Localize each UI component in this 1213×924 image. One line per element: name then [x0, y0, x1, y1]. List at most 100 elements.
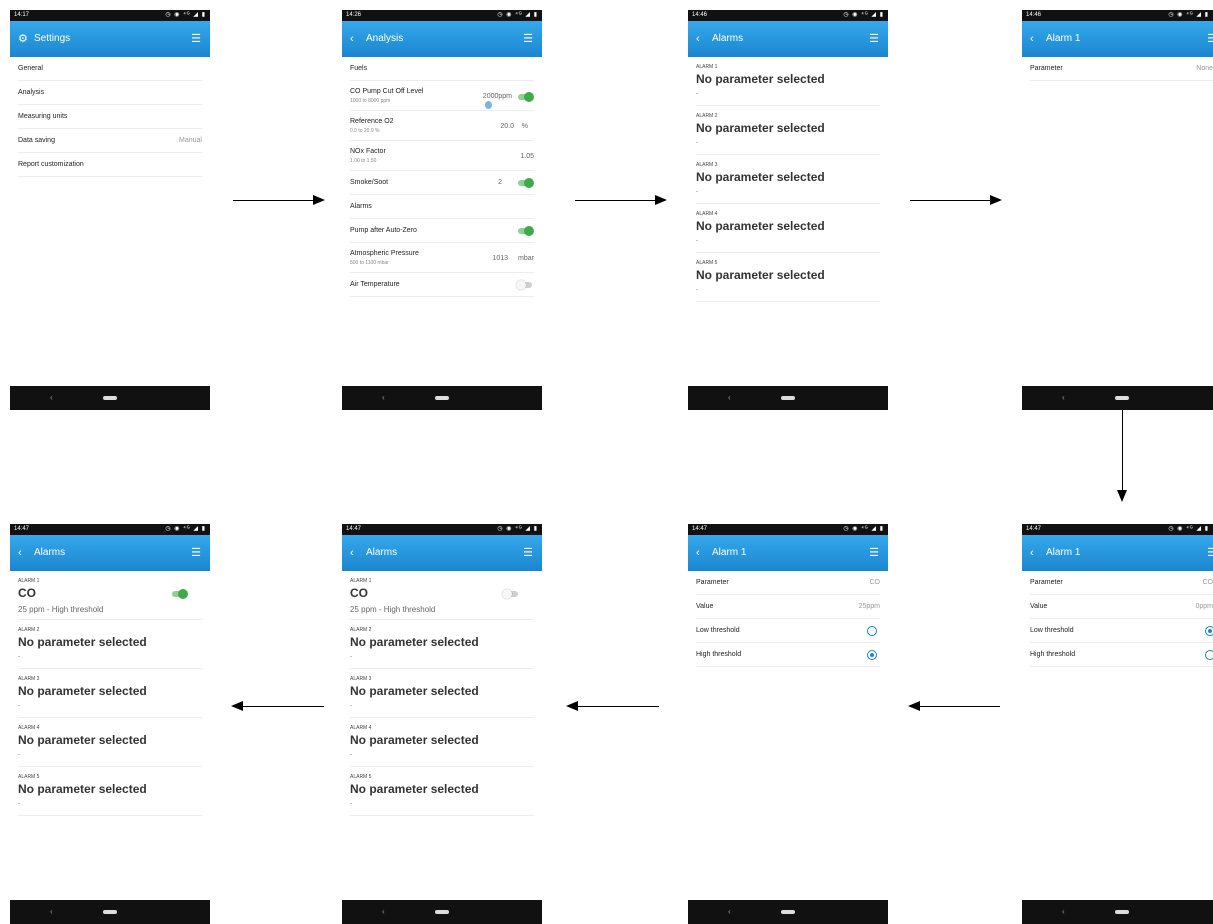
air-temperature-toggle[interactable] [516, 280, 532, 290]
high-threshold-row[interactable]: High threshold [696, 643, 880, 667]
parameter-row[interactable]: Parameter CO [1030, 571, 1213, 595]
alarm-item[interactable]: ALARM 5 No parameter selected - [18, 767, 202, 816]
alarm-item[interactable]: ALARM 5 No parameter selected - [350, 767, 534, 816]
alarm-item[interactable]: ALARM 2 No parameter selected - [696, 106, 880, 155]
flow-arrow-left [231, 701, 324, 711]
section-alarms[interactable]: Alarms [350, 195, 534, 219]
back-icon[interactable]: ‹ [18, 535, 22, 571]
analysis-list: Fuels CO Pump Cut Off Level 1000 to 8000… [350, 57, 534, 297]
pump-after-auto-zero-row[interactable]: Pump after Auto-Zero [350, 219, 534, 243]
alarm-item[interactable]: ALARM 1 CO 25 ppm - High threshold [350, 571, 534, 620]
nav-home-button[interactable] [103, 910, 117, 914]
parameter-row[interactable]: Parameter CO [696, 571, 880, 595]
smoke-soot-toggle[interactable] [518, 178, 534, 188]
flow-arrow-left [566, 701, 659, 711]
alarm-item[interactable]: ALARM 5 No parameter selected - [696, 253, 880, 302]
page-title: Alarms [366, 547, 398, 558]
pump-auto-zero-toggle[interactable] [518, 226, 534, 236]
back-icon[interactable]: ‹ [1030, 21, 1034, 57]
co-pump-cut-off-row[interactable]: CO Pump Cut Off Level 1000 to 8000 ppm 2… [350, 81, 534, 111]
parameter-row[interactable]: Parameter None [1030, 57, 1213, 81]
low-threshold-radio[interactable] [1205, 626, 1213, 636]
back-icon[interactable]: ‹ [350, 21, 354, 57]
co-pump-toggle[interactable] [518, 92, 534, 102]
screen-alarm1-none: 14:46 ◷ ◉ ⁴ᴳ ◢ ▮ ‹ Alarm 1 ☰ Parameter Non… [1022, 10, 1213, 410]
back-icon[interactable]: ‹ [1030, 535, 1034, 571]
nav-home-button[interactable] [1115, 396, 1129, 400]
high-threshold-radio[interactable] [867, 650, 877, 660]
low-threshold-radio[interactable] [867, 626, 877, 636]
reference-o2-row[interactable]: Reference O2 0.0 to 20.9 % 20.0 % [350, 111, 534, 141]
atmospheric-pressure-row[interactable]: Atmospheric Pressure 500 to 1100 mbar 10… [350, 243, 534, 273]
status-icons: ◷ ◉ ⁴ᴳ ◢ ▮ [497, 12, 538, 18]
page-title: Settings [34, 33, 71, 44]
value-slider-handle[interactable] [485, 101, 492, 109]
high-threshold-radio[interactable] [1205, 650, 1213, 660]
menu-icon[interactable]: ☰ [523, 21, 533, 57]
system-nav-bar: ‹ [688, 900, 888, 924]
settings-item-general[interactable]: General [18, 57, 202, 81]
nav-home-button[interactable] [781, 910, 795, 914]
alarm-item[interactable]: ALARM 4 No parameter selected - [350, 718, 534, 767]
screen-alarm1-value0: 14:47 ◷ ◉ ⁴ᴳ ◢ ▮ ‹ Alarm 1 ☰ Parameter CO … [1022, 524, 1213, 924]
alarm-item[interactable]: ALARM 4 No parameter selected - [696, 204, 880, 253]
flow-arrow-right [233, 195, 325, 205]
alarm-item[interactable]: ALARM 2 No parameter selected - [350, 620, 534, 669]
app-bar: ‹ Alarm 1 ☰ [1022, 21, 1213, 57]
status-icons: ◷ ◉ ⁴ᴳ ◢ ▮ [497, 526, 538, 532]
nav-back-button[interactable]: ‹ [50, 900, 53, 924]
nav-home-button[interactable] [1115, 910, 1129, 914]
menu-icon[interactable]: ☰ [191, 535, 201, 571]
alarm-item[interactable]: ALARM 3 No parameter selected - [350, 669, 534, 718]
back-icon[interactable]: ‹ [350, 535, 354, 571]
screen-alarms-co-off: 14:47 ◷ ◉ ⁴ᴳ ◢ ▮ ‹ Alarms ☰ ALARM 1 CO 25 p… [342, 524, 542, 924]
menu-icon[interactable]: ☰ [191, 21, 201, 57]
alarm-item[interactable]: ALARM 2 No parameter selected - [18, 620, 202, 669]
alarm-item[interactable]: ALARM 4 No parameter selected - [18, 718, 202, 767]
alarm-item[interactable]: ALARM 1 CO 25 ppm - High threshold [18, 571, 202, 620]
low-threshold-row[interactable]: Low threshold [1030, 619, 1213, 643]
menu-icon[interactable]: ☰ [1207, 535, 1213, 571]
high-threshold-row[interactable]: High threshold [1030, 643, 1213, 667]
settings-item-measuring-units[interactable]: Measuring units [18, 105, 202, 129]
value-row[interactable]: Value 25ppm [696, 595, 880, 619]
nav-home-button[interactable] [435, 910, 449, 914]
menu-icon[interactable]: ☰ [523, 535, 533, 571]
nav-back-button[interactable]: ‹ [50, 386, 53, 410]
menu-icon[interactable]: ☰ [869, 21, 879, 57]
system-nav-bar: ‹ [342, 386, 542, 410]
nav-home-button[interactable] [435, 396, 449, 400]
nox-factor-row[interactable]: NOx Factor 1.00 to 1.50 1.05 [350, 141, 534, 171]
settings-item-data-saving[interactable]: Data saving Manual [18, 129, 202, 153]
alarm-item[interactable]: ALARM 1 No parameter selected - [696, 57, 880, 106]
nav-back-button[interactable]: ‹ [382, 386, 385, 410]
value-row[interactable]: Value 0ppm [1030, 595, 1213, 619]
screen-alarms-co-on: 14:47 ◷ ◉ ⁴ᴳ ◢ ▮ ‹ Alarms ☰ ALARM 1 CO 25 p… [10, 524, 210, 924]
nav-back-button[interactable]: ‹ [728, 386, 731, 410]
nav-back-button[interactable]: ‹ [728, 900, 731, 924]
settings-item-analysis[interactable]: Analysis [18, 81, 202, 105]
back-icon[interactable]: ‹ [696, 21, 700, 57]
nav-home-button[interactable] [103, 396, 117, 400]
alarm-item[interactable]: ALARM 3 No parameter selected - [18, 669, 202, 718]
alarms-list: ALARM 1 CO 25 ppm - High threshold ALARM 2… [18, 571, 202, 816]
back-icon[interactable]: ‹ [696, 535, 700, 571]
status-icons: ◷ ◉ ⁴ᴳ ◢ ▮ [1168, 526, 1209, 532]
air-temperature-row[interactable]: Air Temperature [350, 273, 534, 297]
status-bar: 14:46 ◷ ◉ ⁴ᴳ ◢ ▮ [688, 10, 888, 21]
settings-item-report-customization[interactable]: Report customization [18, 153, 202, 177]
nav-back-button[interactable]: ‹ [382, 900, 385, 924]
low-threshold-row[interactable]: Low threshold [696, 619, 880, 643]
alarm-enable-toggle[interactable] [172, 589, 188, 599]
menu-icon[interactable]: ☰ [869, 535, 879, 571]
nav-back-button[interactable]: ‹ [1062, 386, 1065, 410]
nav-back-button[interactable]: ‹ [1062, 900, 1065, 924]
alarm-enable-toggle[interactable] [502, 589, 518, 599]
alarm-item[interactable]: ALARM 3 No parameter selected - [696, 155, 880, 204]
smoke-soot-row[interactable]: Smoke/Soot 2 [350, 171, 534, 195]
page-title: Analysis [366, 33, 404, 44]
section-fuels[interactable]: Fuels [350, 57, 534, 81]
menu-icon[interactable]: ☰ [1207, 21, 1213, 57]
nav-home-button[interactable] [781, 396, 795, 400]
app-bar: ‹ Alarm 1 ☰ [688, 535, 888, 571]
